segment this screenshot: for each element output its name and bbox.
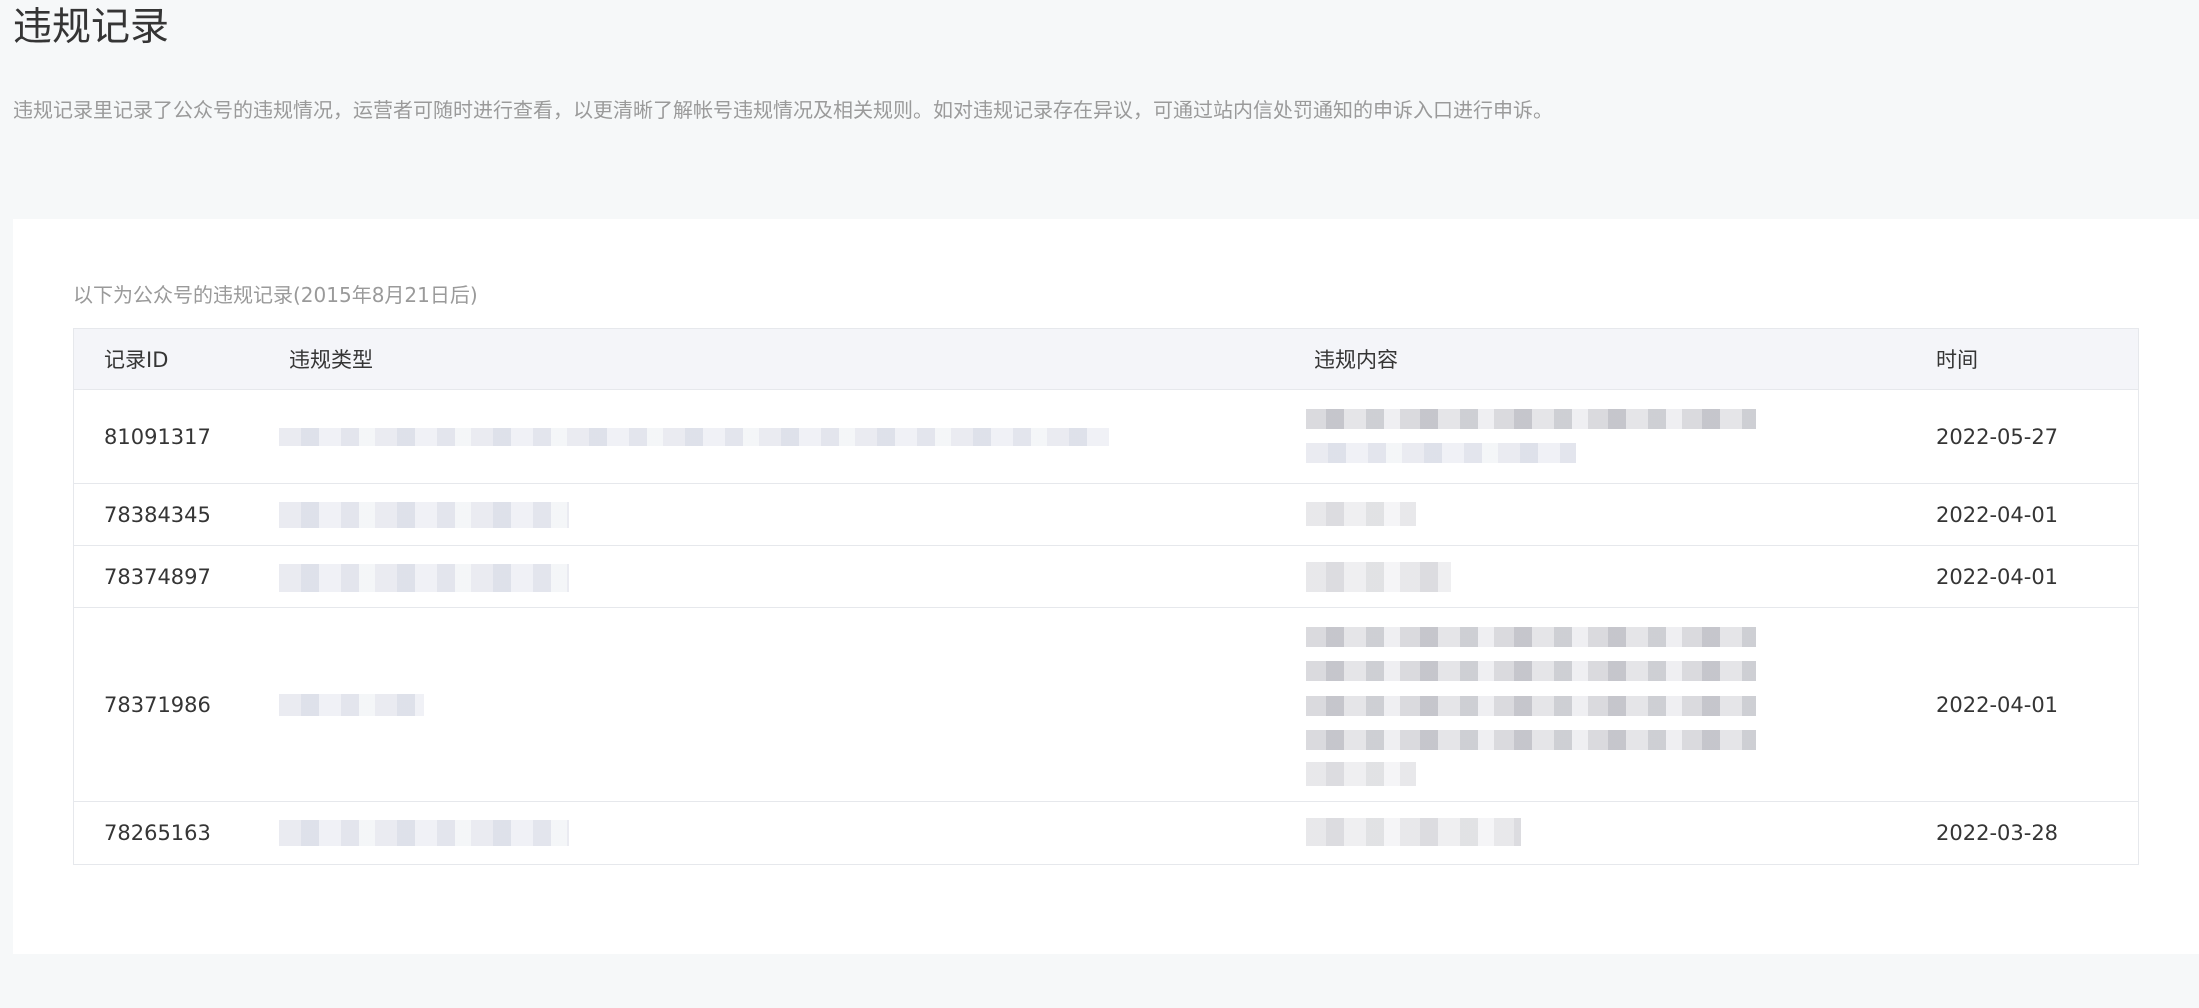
violation-records-card: 以下为公众号的违规记录(2015年8月21日后) 记录ID 违规类型 违规内容 …	[13, 219, 2199, 954]
redacted-violation-content	[1306, 762, 1416, 786]
record-time: 2022-04-01	[1936, 693, 2059, 717]
redacted-violation-content	[1306, 696, 1756, 716]
record-id: 78374897	[104, 565, 211, 589]
table-row: 78384345 2022-04-01	[74, 484, 2138, 546]
header-record-id: 记录ID	[104, 348, 169, 372]
redacted-violation-type	[279, 564, 569, 592]
table-row: 81091317 2022-05-27	[74, 390, 2138, 484]
page-title: 违规记录	[13, 5, 170, 50]
record-id: 78265163	[104, 821, 211, 845]
record-id: 78384345	[104, 503, 211, 527]
redacted-violation-type	[279, 502, 569, 528]
header-violation-content: 违规内容	[1314, 348, 1398, 372]
redacted-violation-content	[1306, 627, 1756, 647]
redacted-violation-content	[1306, 661, 1756, 681]
redacted-violation-content	[1306, 730, 1756, 750]
redacted-violation-content	[1306, 443, 1576, 463]
violation-records-table: 记录ID 违规类型 违规内容 时间 81091317 2022-05-27 78…	[73, 328, 2139, 865]
record-time: 2022-04-01	[1936, 503, 2059, 527]
record-time: 2022-04-01	[1936, 565, 2059, 589]
redacted-violation-content	[1306, 502, 1416, 526]
header-violation-type: 违规类型	[289, 348, 373, 372]
page-description: 违规记录里记录了公众号的违规情况，运营者可随时进行查看，以更清晰了解帐号违规情况…	[13, 98, 1553, 122]
redacted-violation-content	[1306, 562, 1451, 592]
record-id: 81091317	[104, 425, 211, 449]
table-row: 78371986 2022-04-01	[74, 608, 2138, 802]
header-time: 时间	[1936, 348, 1978, 372]
table-row: 78374897 2022-04-01	[74, 546, 2138, 608]
redacted-violation-type	[279, 428, 1109, 446]
redacted-violation-type	[279, 820, 569, 846]
redacted-violation-content	[1306, 409, 1756, 429]
record-time: 2022-03-28	[1936, 821, 2059, 845]
redacted-violation-type	[279, 694, 424, 716]
record-time: 2022-05-27	[1936, 425, 2059, 449]
record-id: 78371986	[104, 693, 211, 717]
table-row: 78265163 2022-03-28	[74, 802, 2138, 864]
table-caption: 以下为公众号的违规记录(2015年8月21日后)	[73, 283, 478, 307]
table-header: 记录ID 违规类型 违规内容 时间	[74, 329, 2138, 390]
redacted-violation-content	[1306, 818, 1521, 846]
